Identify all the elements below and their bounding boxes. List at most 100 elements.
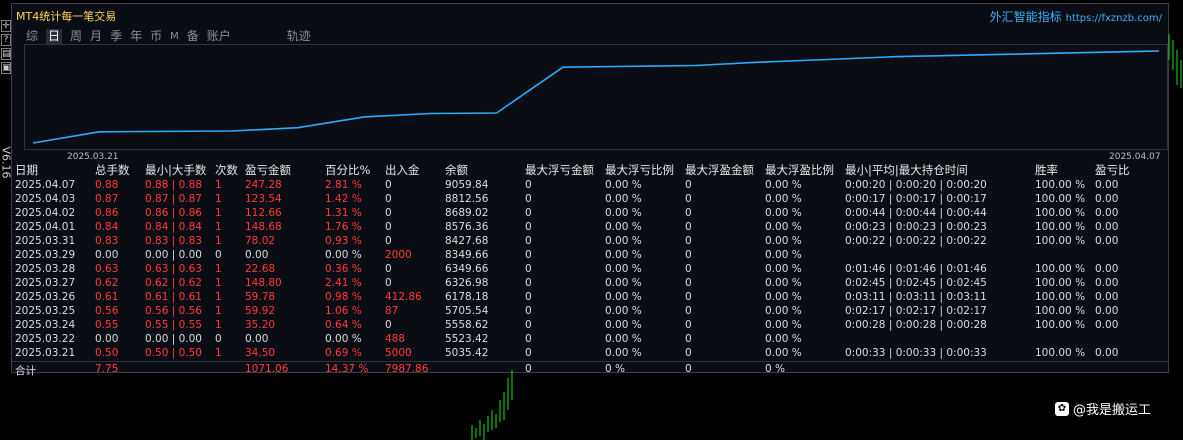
table-row[interactable]: 2025.04.03 0.87 0.87 | 0.87 1 123.54 1.42 % 0 8… xyxy=(15,192,1145,206)
tab-summary[interactable]: 综 xyxy=(26,29,38,45)
logo-icon: ✿ xyxy=(1055,401,1069,416)
table-row[interactable]: 2025.03.31 0.83 0.83 | 0.83 1 78.02 0.93 % 0 84… xyxy=(15,234,1145,248)
cell-date: 2025.04.02 xyxy=(15,207,76,219)
tab-account[interactable]: 账户 xyxy=(207,29,231,45)
period-icon[interactable]: ▣ xyxy=(1,62,11,74)
cell-profit-ratio: 0.00 xyxy=(1095,347,1119,359)
cell-profit-ratio: 0.00 xyxy=(1095,291,1119,303)
col-hold-time[interactable]: 最小|平均|最大持仓时间 xyxy=(845,162,1035,178)
crosshair-icon[interactable]: ✛ xyxy=(1,20,11,32)
cell-percent: 1.06 % xyxy=(325,305,362,317)
cell-max-float-loss-ratio: 0.00 % xyxy=(605,263,642,275)
cell-max-float-profit: 0 xyxy=(685,319,692,331)
table-row[interactable]: 2025.03.27 0.62 0.62 | 0.62 1 148.80 2.41 % 0 6… xyxy=(15,276,1145,290)
cell-win-rate: 100.00 % xyxy=(1035,193,1086,205)
cell-max-float-loss-ratio: 0.00 % xyxy=(605,333,642,345)
table-row[interactable]: 2025.03.28 0.63 0.63 | 0.63 1 22.68 0.36 % 0 63… xyxy=(15,262,1145,276)
table-row[interactable]: 2025.03.24 0.55 0.55 | 0.55 1 35.20 0.64 % 0 55… xyxy=(15,318,1145,332)
cell-balance: 6349.66 xyxy=(445,263,489,275)
cell-max-float-loss-ratio: 0.00 % xyxy=(605,193,642,205)
tab-currency[interactable]: 币 xyxy=(150,29,162,45)
cell-min-max-lots: 0.88 | 0.88 xyxy=(145,179,202,191)
col-max-float-loss-ratio[interactable]: 最大浮亏比例 xyxy=(605,162,685,178)
col-max-float-profit[interactable]: 最大浮盈金额 xyxy=(685,162,765,178)
table-row[interactable]: 2025.04.02 0.86 0.86 | 0.86 1 112.66 1.31 % 0 8… xyxy=(15,206,1145,220)
col-profit-ratio[interactable]: 盈亏比 xyxy=(1095,162,1145,178)
cell-balance: 9059.84 xyxy=(445,179,489,191)
table-row[interactable]: 2025.03.29 0.00 0.00 | 0.00 0 0.00 0.00 % 2000… xyxy=(15,248,1145,262)
cell-max-float-loss-ratio: 0.00 % xyxy=(605,319,642,331)
watermark: ✿ @我是搬运工 xyxy=(1055,399,1151,418)
cell-date: 2025.03.28 xyxy=(15,263,76,275)
col-win-rate[interactable]: 胜率 xyxy=(1035,162,1095,178)
cell-hold-time: 0:00:17 | 0:00:17 | 0:00:17 xyxy=(845,193,987,205)
cell-min-max-lots: 0.86 | 0.86 xyxy=(145,207,202,219)
total-divider xyxy=(12,361,1168,362)
tab-note[interactable]: 备 xyxy=(187,29,199,45)
cell-date: 2025.03.25 xyxy=(15,305,76,317)
brand-url[interactable]: https://fxznzb.com/ xyxy=(1066,13,1162,24)
cell-date: 2025.04.07 xyxy=(15,179,76,191)
cell-balance: 8576.36 xyxy=(445,221,489,233)
cell-balance: 8812.56 xyxy=(445,193,489,205)
brand[interactable]: 外汇智能指标 https://fxznzb.com/ xyxy=(990,8,1162,25)
cell-count: 1 xyxy=(215,305,222,317)
col-deposit[interactable]: 出入金 xyxy=(385,162,445,178)
cell-max-float-profit: 0 xyxy=(685,221,692,233)
cell-count: 1 xyxy=(215,319,222,331)
cell-hold-time: 0:02:45 | 0:02:45 | 0:02:45 xyxy=(845,277,987,289)
table-row[interactable]: 2025.03.25 0.56 0.56 | 0.56 1 59.92 1.06 % 87 5… xyxy=(15,304,1145,318)
table-row[interactable]: 2025.03.26 0.61 0.61 | 0.61 1 59.78 0.98 % 412… xyxy=(15,290,1145,304)
cell-profit: 123.54 xyxy=(245,193,282,205)
col-balance[interactable]: 余额 xyxy=(445,162,525,178)
table-row[interactable]: 2025.04.07 0.88 0.88 | 0.88 1 247.28 2.81 % 0 9… xyxy=(15,178,1145,192)
col-percent[interactable]: 百分比% xyxy=(325,162,385,178)
tab-month[interactable]: 月 xyxy=(90,29,102,45)
cell-max-float-loss: 0 xyxy=(525,235,532,247)
cell-count: 0 xyxy=(215,333,222,345)
cell-deposit: 0 xyxy=(385,319,392,331)
cell-hold-time: 0:00:20 | 0:00:20 | 0:00:20 xyxy=(845,179,987,191)
col-profit[interactable]: 盈亏金额 xyxy=(245,162,325,178)
col-total-lots[interactable]: 总手数 xyxy=(95,162,145,178)
cell-max-float-profit-ratio: 0.00 % xyxy=(765,305,802,317)
col-max-float-loss[interactable]: 最大浮亏金额 xyxy=(525,162,605,178)
total-max-float-profit-ratio: 0 % xyxy=(765,363,785,375)
cell-total-lots: 0.56 xyxy=(95,305,119,317)
tab-quarter[interactable]: 季 xyxy=(110,29,122,45)
col-date[interactable]: 日期 xyxy=(15,162,95,178)
cell-count: 0 xyxy=(215,249,222,261)
x-tick-end: 2025.04.07 xyxy=(1109,152,1161,162)
cell-balance: 8349.66 xyxy=(445,249,489,261)
col-max-float-profit-ratio[interactable]: 最大浮盈比例 xyxy=(765,162,845,178)
cell-max-float-profit: 0 xyxy=(685,277,692,289)
cell-hold-time: 0:02:17 | 0:02:17 | 0:02:17 xyxy=(845,305,987,317)
cell-max-float-loss-ratio: 0.00 % xyxy=(605,305,642,317)
col-min-max-lots[interactable]: 最小|大手数 xyxy=(145,162,215,178)
chart-icon[interactable]: ▤ xyxy=(1,48,11,60)
cell-max-float-profit-ratio: 0.00 % xyxy=(765,249,802,261)
col-count[interactable]: 次数 xyxy=(215,162,245,178)
table-row[interactable]: 2025.03.22 0.00 0.00 | 0.00 0 0.00 0.00 % 488 5… xyxy=(15,332,1145,346)
tab-track[interactable]: 轨迹 xyxy=(287,29,311,45)
cell-max-float-profit: 0 xyxy=(685,263,692,275)
help-icon[interactable]: ? xyxy=(1,34,11,46)
table-row[interactable]: 2025.03.21 0.50 0.50 | 0.50 1 34.50 0.69 % 500… xyxy=(15,346,1145,360)
cell-profit-ratio: 0.00 xyxy=(1095,221,1119,233)
cell-max-float-profit: 0 xyxy=(685,333,692,345)
cell-win-rate: 100.00 % xyxy=(1035,319,1086,331)
cell-max-float-loss: 0 xyxy=(525,291,532,303)
cell-max-float-loss-ratio: 0.00 % xyxy=(605,235,642,247)
tab-magic[interactable]: M xyxy=(170,29,179,45)
tab-week[interactable]: 周 xyxy=(70,29,82,45)
cell-date: 2025.04.01 xyxy=(15,221,76,233)
tab-day[interactable]: 日 xyxy=(46,29,63,45)
cell-max-float-loss: 0 xyxy=(525,305,532,317)
table-row[interactable]: 2025.04.01 0.84 0.84 | 0.84 1 148.68 1.76 % 0 8… xyxy=(15,220,1145,234)
tab-year[interactable]: 年 xyxy=(130,29,142,45)
period-tabs: 综 日 周 月 季 年 币 M 备 账户 轨迹 xyxy=(26,29,319,45)
cell-percent: 2.41 % xyxy=(325,277,362,289)
cell-percent: 1.76 % xyxy=(325,221,362,233)
cell-win-rate: 100.00 % xyxy=(1035,235,1086,247)
cell-min-max-lots: 0.83 | 0.83 xyxy=(145,235,202,247)
